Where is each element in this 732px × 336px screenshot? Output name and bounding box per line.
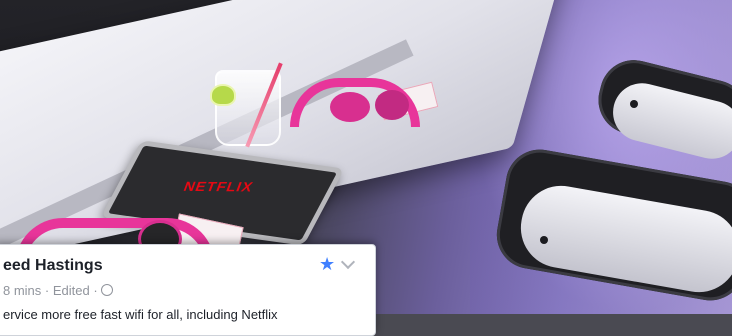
seat-bottom-button bbox=[540, 236, 548, 244]
post-author-name[interactable]: eed Hastings bbox=[3, 257, 103, 275]
headphones-cup-left bbox=[330, 92, 370, 122]
post-body-text: ervice more free fast wifi for all, incl… bbox=[3, 307, 278, 322]
star-icon[interactable]: ★ bbox=[319, 255, 337, 273]
seat-top-button bbox=[630, 100, 638, 108]
headphones-cup-right bbox=[375, 90, 409, 120]
lime-wedge bbox=[210, 84, 236, 106]
post-meta: 8 mins · Edited · bbox=[3, 283, 113, 298]
globe-icon bbox=[100, 284, 113, 296]
post-timestamp[interactable]: 8 mins · Edited · bbox=[3, 283, 98, 298]
chevron-down-icon[interactable] bbox=[341, 257, 355, 271]
netflix-logo: NETFLIX bbox=[181, 178, 256, 195]
facebook-post-card: eed Hastings ★ 8 mins · Edited · ervice … bbox=[0, 244, 376, 336]
